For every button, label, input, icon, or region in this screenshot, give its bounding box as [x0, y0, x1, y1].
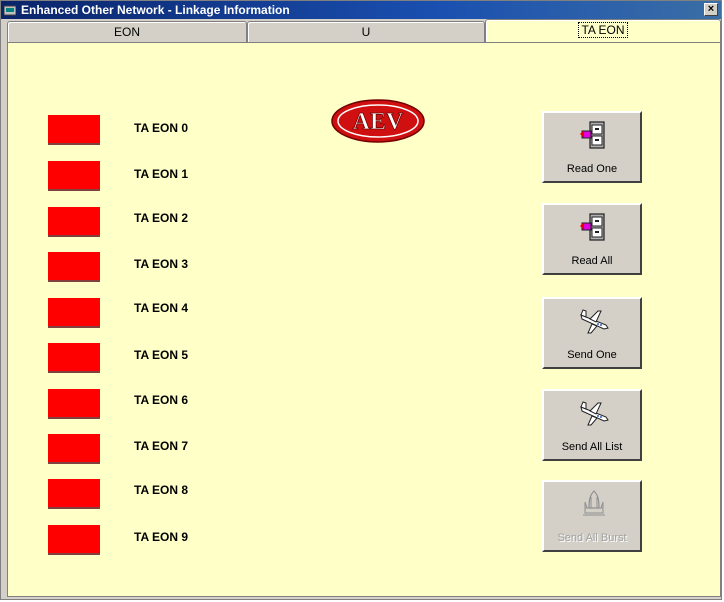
file-cabinet-icon — [580, 213, 605, 241]
file-cabinet-icon — [580, 121, 605, 149]
tab-u[interactable]: U — [247, 21, 485, 43]
close-button[interactable]: × — [704, 3, 718, 16]
aev-logo-text: AEV — [353, 109, 404, 135]
tab-u-label: U — [361, 25, 371, 39]
app-icon — [4, 5, 16, 16]
ta-eon-panel: TA EON 0 TA EON 1 TA EON 2 TA EON 3 TA E… — [7, 42, 721, 597]
ta-eon-9-indicator — [48, 525, 100, 555]
title-bar[interactable]: Enhanced Other Network - Linkage Informa… — [1, 1, 721, 19]
ta-eon-2-indicator — [48, 207, 100, 237]
ta-eon-8-indicator — [48, 479, 100, 509]
send-one-button[interactable]: Send One — [542, 297, 642, 369]
ta-eon-0-indicator — [48, 115, 100, 145]
send-all-burst-button[interactable]: Send All Burst — [542, 480, 642, 552]
ta-eon-6-label: TA EON 6 — [134, 393, 189, 407]
tab-eon-label: EON — [113, 25, 140, 39]
read-all-button[interactable]: Read All — [542, 203, 642, 275]
space-shuttle-icon — [583, 490, 605, 516]
ta-eon-6-indicator — [48, 389, 100, 419]
read-one-label: Read One — [566, 163, 618, 175]
window-title: Enhanced Other Network - Linkage Informa… — [21, 3, 290, 17]
tab-eon[interactable]: EON — [7, 21, 247, 43]
ta-eon-8-label: TA EON 8 — [134, 483, 189, 497]
read-one-button[interactable]: Read One — [542, 111, 642, 183]
ta-eon-4-label: TA EON 4 — [134, 301, 189, 315]
aev-logo: AEV — [331, 99, 425, 143]
ta-eon-7-label: TA EON 7 — [134, 439, 189, 453]
ta-eon-5-label: TA EON 5 — [134, 348, 189, 362]
ta-eon-1-indicator — [48, 161, 100, 191]
ta-eon-4-indicator — [48, 298, 100, 328]
ta-eon-9-label: TA EON 9 — [134, 530, 189, 544]
send-one-label: Send One — [567, 349, 617, 361]
ta-eon-5-indicator — [48, 343, 100, 373]
read-all-label: Read All — [571, 255, 613, 267]
eon-linkage-window: Enhanced Other Network - Linkage Informa… — [0, 0, 722, 600]
ta-eon-7-indicator — [48, 434, 100, 464]
tab-strip: EON U TA EON — [7, 19, 721, 43]
ta-eon-0-label: TA EON 0 — [134, 121, 189, 135]
send-all-list-label: Send All List — [561, 441, 623, 453]
ta-eon-1-label: TA EON 1 — [134, 167, 189, 181]
airplane-icon — [580, 309, 609, 334]
ta-eon-3-indicator — [48, 252, 100, 282]
tab-ta-eon-label: TA EON — [578, 22, 628, 38]
airplane-icon — [580, 401, 609, 426]
send-all-list-button[interactable]: Send All List — [542, 389, 642, 461]
tab-ta-eon[interactable]: TA EON — [485, 19, 721, 43]
send-all-burst-label: Send All Burst — [557, 532, 627, 544]
ta-eon-2-label: TA EON 2 — [134, 211, 189, 225]
ta-eon-3-label: TA EON 3 — [134, 257, 189, 271]
